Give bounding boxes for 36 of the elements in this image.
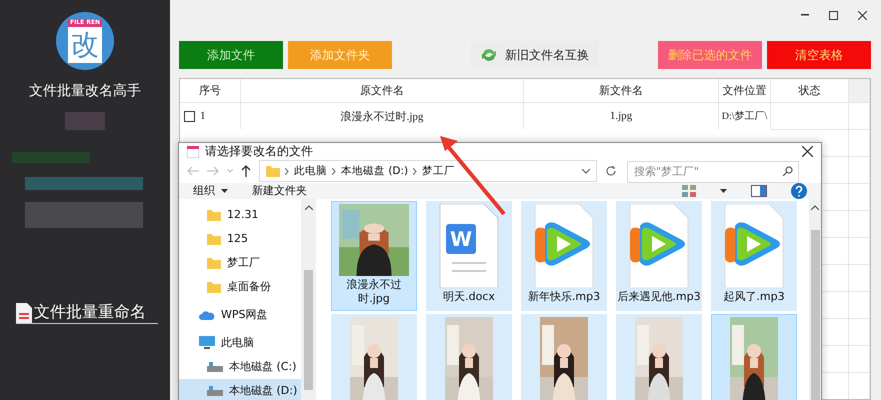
file-tile[interactable]: W 明天.docx — [426, 200, 512, 310]
file-name: 明天.docx — [442, 290, 496, 304]
toolbar-button[interactable]: 添加文件 — [179, 41, 283, 69]
file-tile[interactable]: 浪漫永不过时.jpg — [331, 200, 417, 310]
dialog-title: 请选择要改名的文件 — [205, 143, 313, 160]
nav-item[interactable]: 125 — [179, 226, 301, 250]
nav-item[interactable]: 12.31 — [179, 202, 301, 226]
link-text[interactable]: 文件批量重命名 — [34, 302, 146, 323]
app-name: 文件批量改名高手 — [29, 82, 141, 100]
nav-item[interactable]: 本地磁盘 (C:) — [179, 354, 301, 378]
command-button[interactable]: 新建文件夹 — [252, 183, 307, 198]
search-field[interactable]: 搜索"梦工厂" — [627, 160, 799, 182]
nav-item[interactable]: 梦工厂 — [179, 250, 301, 274]
table-cell: 1.jpg — [524, 102, 719, 129]
file-name: 浪漫永不过时.jpg — [346, 278, 402, 306]
file-tile[interactable]: 新年快乐.mp3 — [521, 200, 607, 310]
file-tile[interactable]: 后来遇见他.mp3 — [616, 200, 702, 310]
address-bar[interactable]: 此电脑 本地磁盘 (D:) 梦工厂 — [259, 160, 597, 182]
row-number: 1 — [200, 110, 206, 122]
command-button[interactable]: 组织 — [193, 183, 228, 198]
nav-item[interactable]: 桌面备份 — [179, 274, 301, 298]
nav-item[interactable]: 此电脑 — [179, 330, 301, 354]
rename-link[interactable]: 文件批量重命名 — [16, 302, 158, 324]
file-tile[interactable]: 起风了.mp3 — [711, 200, 797, 310]
file-name: 后来遇见他.mp3 — [617, 290, 701, 304]
file-name: 起风了.mp3 — [722, 290, 786, 304]
swap-names-button[interactable]: 新旧文件名互换 — [471, 41, 599, 69]
table-cell: 浪漫永不过时.jpg — [241, 102, 524, 129]
nav-item[interactable]: 本地磁盘 (D:) — [179, 378, 301, 400]
nav-item[interactable]: WPS网盘 — [179, 302, 301, 326]
breadcrumb-item[interactable]: 此电脑 — [294, 164, 327, 178]
breadcrumb-item[interactable]: 本地磁盘 (D:) — [341, 164, 408, 178]
table-cell: D:\梦工厂\ — [719, 102, 771, 129]
breadcrumb-item[interactable]: 梦工厂 — [422, 164, 456, 178]
logo-glyph: 改 — [71, 29, 99, 61]
file-name: 新年快乐.mp3 — [526, 290, 602, 304]
